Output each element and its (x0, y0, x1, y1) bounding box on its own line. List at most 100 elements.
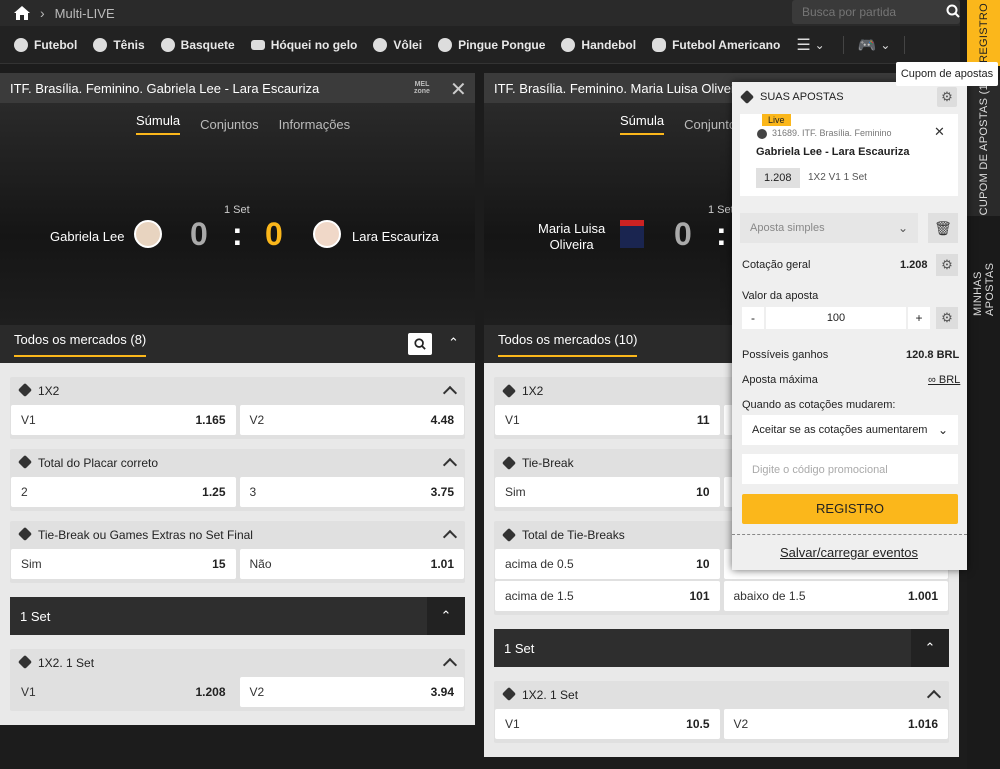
odd-cell[interactable]: acima de 1.5 101 (495, 581, 720, 611)
games-menu[interactable]: 🎮 ⌄ (842, 35, 906, 54)
markets-label[interactable]: Todos os mercados (8) (14, 332, 147, 357)
register-button[interactable]: REGISTRO (742, 494, 958, 524)
chevron-right-icon: › (40, 5, 45, 21)
collapse-icon[interactable]: ⌃ (911, 629, 949, 667)
tab-conjuntos[interactable]: Conjuntos (200, 117, 259, 132)
amount-input[interactable]: 100 (766, 307, 906, 329)
odd-label: V1 (21, 685, 36, 699)
minhas-apostas-tab[interactable]: MINHAS APOSTAS (967, 220, 1000, 316)
market-group-header[interactable]: 1X2. 1 Set (10, 649, 465, 677)
odd-cell-selected[interactable]: V1 1.208 (11, 677, 236, 707)
aposta-maxima-value[interactable]: ∞ BRL (928, 374, 960, 386)
scoreboard-tabs: Súmula Conjuntos Informações (136, 113, 350, 135)
home-icon[interactable] (14, 6, 30, 20)
pin-icon[interactable] (501, 455, 517, 471)
market-group-header[interactable]: 1X2. 1 Set (494, 681, 949, 709)
chevron-up-icon[interactable] (442, 529, 458, 545)
market-group-header[interactable]: Tie-Break ou Games Extras no Set Final (10, 521, 465, 549)
pin-icon[interactable] (17, 454, 33, 470)
pin-icon[interactable] (17, 382, 33, 398)
odds-change-select[interactable]: Aceitar se as cotações aumentarem ⌄ (742, 415, 958, 445)
market-group-tie-break: Tie-Break ou Games Extras no Set Final S… (10, 521, 465, 583)
pin-icon[interactable] (17, 526, 33, 542)
gear-icon[interactable]: ⚙ (936, 254, 958, 276)
breadcrumb[interactable]: Multi-LIVE (55, 6, 115, 21)
scoreboard: Súmula Conjuntos Informações 1 Set Gabri… (0, 103, 475, 325)
search-icon[interactable] (408, 333, 432, 355)
pin-icon[interactable] (17, 654, 33, 670)
odd-label: V2 (733, 717, 749, 731)
odd-value: 3.94 (430, 685, 454, 699)
market-group-header[interactable]: Total do Placar correto (10, 449, 465, 477)
basketball-icon (160, 37, 175, 52)
trash-icon[interactable]: 🗑 (928, 213, 958, 243)
save-load-events-link[interactable]: Salvar/carregar eventos (780, 545, 918, 560)
odd-value: 1.208 (195, 685, 226, 699)
search-icon[interactable] (946, 4, 960, 21)
sport-label: Hóquei no gelo (270, 37, 358, 52)
collapse-icon[interactable]: ⌃ (427, 597, 465, 635)
bet-type-select[interactable]: Aposta simples ⌄ (740, 213, 918, 243)
pin-icon[interactable] (739, 89, 755, 105)
odd-cell[interactable]: V1 10.5 (495, 709, 720, 739)
gear-icon[interactable]: ⚙ (936, 307, 958, 329)
odd-cell[interactable]: V2 4.48 (239, 405, 464, 435)
registro-tab[interactable]: REGISTRO (967, 0, 1000, 66)
player-1-avatar (134, 220, 162, 248)
odd-cell[interactable]: Sim 10 (495, 477, 720, 507)
chevron-up-icon[interactable] (442, 457, 458, 473)
market-title: 1X2 (522, 384, 544, 398)
pin-icon[interactable] (501, 383, 517, 399)
close-icon[interactable]: ✕ (934, 124, 945, 140)
close-icon[interactable]: ✕ (450, 77, 467, 102)
chevron-up-icon[interactable] (442, 385, 458, 401)
pin-icon[interactable] (501, 527, 517, 543)
sport-basquete[interactable]: Basquete (160, 37, 235, 52)
odd-value: 10 (696, 485, 710, 499)
ganhos-label: Possíveis ganhos (742, 349, 829, 361)
tab-informacoes[interactable]: Informações (279, 117, 351, 132)
odd-cell[interactable]: Sim 15 (11, 549, 236, 579)
tab-sumula[interactable]: Súmula (136, 113, 181, 135)
sport-pingue-pongue[interactable]: Pingue Pongue (438, 37, 545, 52)
promo-code-field[interactable]: Digite o código promocional (742, 454, 958, 484)
more-sports-menu[interactable]: ☰ ⌄ (796, 35, 824, 55)
set-section-header[interactable]: 1 Set ⌃ (494, 629, 949, 667)
odd-value: 10.5 (686, 717, 710, 731)
odd-cell[interactable]: acima de 0.5 10 (495, 549, 720, 579)
pin-icon[interactable] (501, 686, 517, 702)
tab-sumula[interactable]: Súmula (620, 113, 665, 135)
score-separator: : (232, 216, 243, 252)
odd-cell[interactable]: V1 1.165 (11, 405, 236, 435)
cupom-tab[interactable]: CUPOM DE APOSTAS (1) (967, 80, 1000, 216)
collapse-all-icon[interactable]: ⌃ (448, 335, 459, 351)
sport-futebol[interactable]: Futebol (14, 37, 77, 52)
sport-futebol-americano[interactable]: Futebol Americano (652, 37, 781, 52)
chevron-up-icon[interactable] (926, 689, 942, 705)
odd-cell[interactable]: V1 11 (495, 405, 720, 435)
match-panel-1: ITF. Brasília. Feminino. Gabriela Lee - … (0, 73, 475, 725)
volleyball-icon (373, 37, 388, 52)
odd-cell[interactable]: V2 1.016 (723, 709, 948, 739)
odd-cell[interactable]: Não 1.01 (239, 549, 464, 579)
odd-cell[interactable]: V2 3.94 (239, 677, 464, 707)
gear-icon[interactable]: ⚙ (937, 87, 957, 107)
odds-change-value: Aceitar se as cotações aumentarem (752, 424, 928, 436)
odd-cell[interactable]: abaixo de 1.5 1.001 (723, 581, 948, 611)
increase-button[interactable]: + (908, 307, 930, 329)
search-input[interactable] (802, 5, 932, 19)
odd-cell[interactable]: 2 1.25 (11, 477, 236, 507)
sport-volei[interactable]: Vôlei (373, 37, 422, 52)
sport-tenis[interactable]: Tênis (93, 37, 145, 52)
set-section-header[interactable]: 1 Set ⌃ (10, 597, 465, 635)
odd-cell[interactable]: 3 3.75 (239, 477, 464, 507)
odd-label: V1 (505, 413, 520, 427)
player-1-jersey-icon (620, 220, 644, 248)
sport-hoquei[interactable]: Hóquei no gelo (250, 37, 358, 52)
sport-label: Futebol Americano (672, 37, 781, 52)
chevron-up-icon[interactable] (442, 657, 458, 673)
market-group-header[interactable]: 1X2 (10, 377, 465, 405)
decrease-button[interactable]: - (742, 307, 764, 329)
sport-handebol[interactable]: Handebol (561, 37, 636, 52)
markets-label[interactable]: Todos os mercados (10) (498, 332, 638, 357)
